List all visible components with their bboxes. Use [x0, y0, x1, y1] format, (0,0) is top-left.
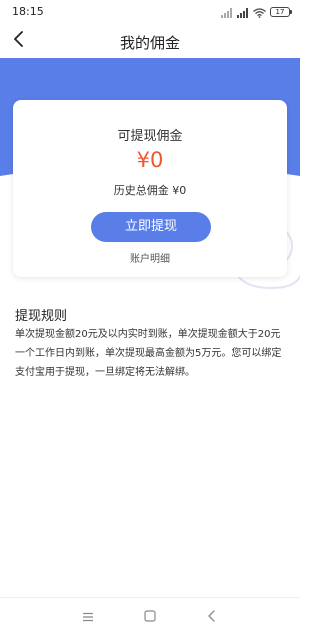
status-bar: 18:15 17	[0, 0, 300, 24]
account-detail-link[interactable]: 账户明细	[13, 250, 287, 265]
nav-bar: 我的佣金	[0, 24, 300, 58]
menu-icon	[82, 607, 94, 626]
nav-back-icon	[207, 607, 217, 626]
battery-level: 17	[275, 8, 285, 16]
page-title: 我的佣金	[119, 34, 180, 52]
signal-icon	[221, 3, 233, 22]
home-square-icon	[144, 607, 156, 626]
history-total: 历史总佣金 ¥0	[113, 184, 187, 197]
battery-icon: 17	[270, 7, 292, 17]
home-button[interactable]	[140, 606, 160, 626]
withdrawable-amount: ¥0	[136, 148, 164, 172]
commission-card: 可提现佣金 ¥0 历史总佣金 ¥0 立即提现 账户明细	[13, 100, 287, 277]
status-time: 18:15	[12, 5, 44, 18]
rules-body: 单次提现金额20元及以内实时到账，单次提现金额大于20元一个工作日内到账，单次提…	[15, 329, 282, 378]
status-icons: 17	[221, 3, 292, 22]
rules-title: 提现规则	[15, 309, 68, 324]
system-back-button[interactable]	[202, 606, 222, 626]
withdraw-button[interactable]: 立即提现	[91, 212, 211, 242]
signal-icon	[237, 3, 249, 22]
wifi-icon	[253, 3, 266, 22]
menu-button[interactable]	[78, 606, 98, 626]
system-nav-bar	[0, 597, 300, 634]
withdrawable-label: 可提现佣金	[117, 129, 183, 144]
